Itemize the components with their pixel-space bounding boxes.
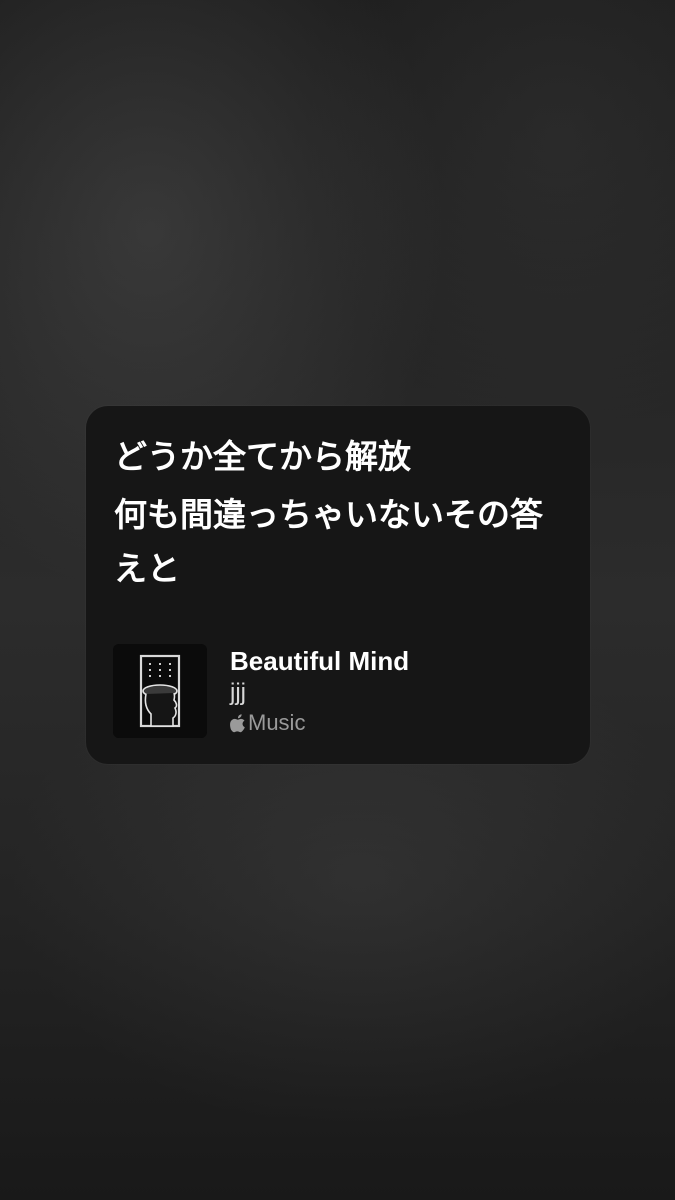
album-artwork-image (113, 644, 207, 738)
song-info: Beautiful Mind jjj Music (230, 646, 409, 736)
lyrics-share-card[interactable]: どうか全てから解放 何も間違っちゃいないその答えと Beautiful Mind… (86, 406, 590, 764)
album-artwork[interactable] (113, 644, 207, 738)
song-info-row[interactable]: Beautiful Mind jjj Music (113, 644, 573, 738)
song-title[interactable]: Beautiful Mind (230, 646, 409, 676)
lyrics-text: どうか全てから解放 何も間違っちゃいないその答えと (114, 430, 574, 596)
lyric-line-1: どうか全てから解放 (114, 437, 411, 476)
apple-logo-icon (230, 713, 247, 733)
artist-name[interactable]: jjj (230, 678, 409, 708)
apple-music-badge[interactable]: Music (230, 710, 409, 736)
lyric-line-2: 何も間違っちゃいないその答えと (114, 495, 543, 588)
service-label: Music (248, 710, 306, 735)
